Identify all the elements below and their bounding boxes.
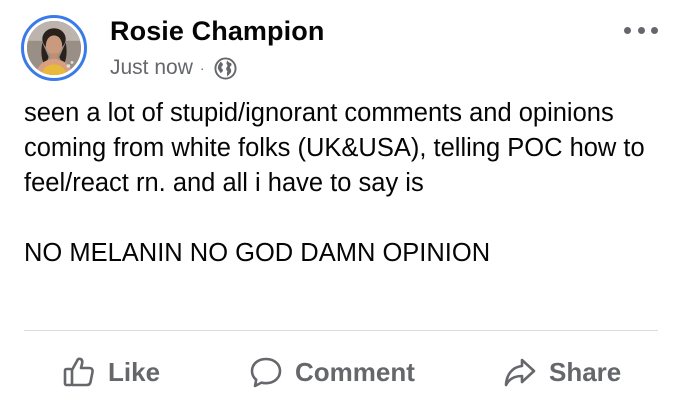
speech-bubble-icon xyxy=(250,357,282,388)
more-options-icon[interactable] xyxy=(624,27,658,37)
divider xyxy=(24,330,658,331)
facebook-post: Rosie Champion Just now · seen a lot of … xyxy=(0,0,680,402)
like-button[interactable]: Like xyxy=(62,352,160,392)
meta-separator: · xyxy=(199,60,205,76)
post-timestamp[interactable]: Just now xyxy=(110,56,193,80)
post-actions: Like Comment Share xyxy=(0,340,680,402)
globe-icon[interactable] xyxy=(214,56,237,80)
post-meta: Just now · xyxy=(110,55,237,81)
thumbs-up-icon xyxy=(63,357,94,387)
avatar-photo xyxy=(27,21,81,75)
comment-button[interactable]: Comment xyxy=(249,352,415,392)
comment-label: Comment xyxy=(295,356,415,387)
share-arrow-icon xyxy=(504,358,536,387)
like-label: Like xyxy=(108,356,161,387)
avatar-image xyxy=(27,21,81,75)
share-button[interactable]: Share xyxy=(503,352,621,392)
avatar[interactable] xyxy=(21,15,87,81)
author-name[interactable]: Rosie Champion xyxy=(110,16,324,47)
post-text-paragraph: seen a lot of stupid/ignorant comments a… xyxy=(24,99,645,197)
post-body: seen a lot of stupid/ignorant comments a… xyxy=(24,96,664,271)
share-label: Share xyxy=(549,356,622,387)
post-text-paragraph: NO MELANIN NO GOD DAMN OPINION xyxy=(24,239,491,267)
